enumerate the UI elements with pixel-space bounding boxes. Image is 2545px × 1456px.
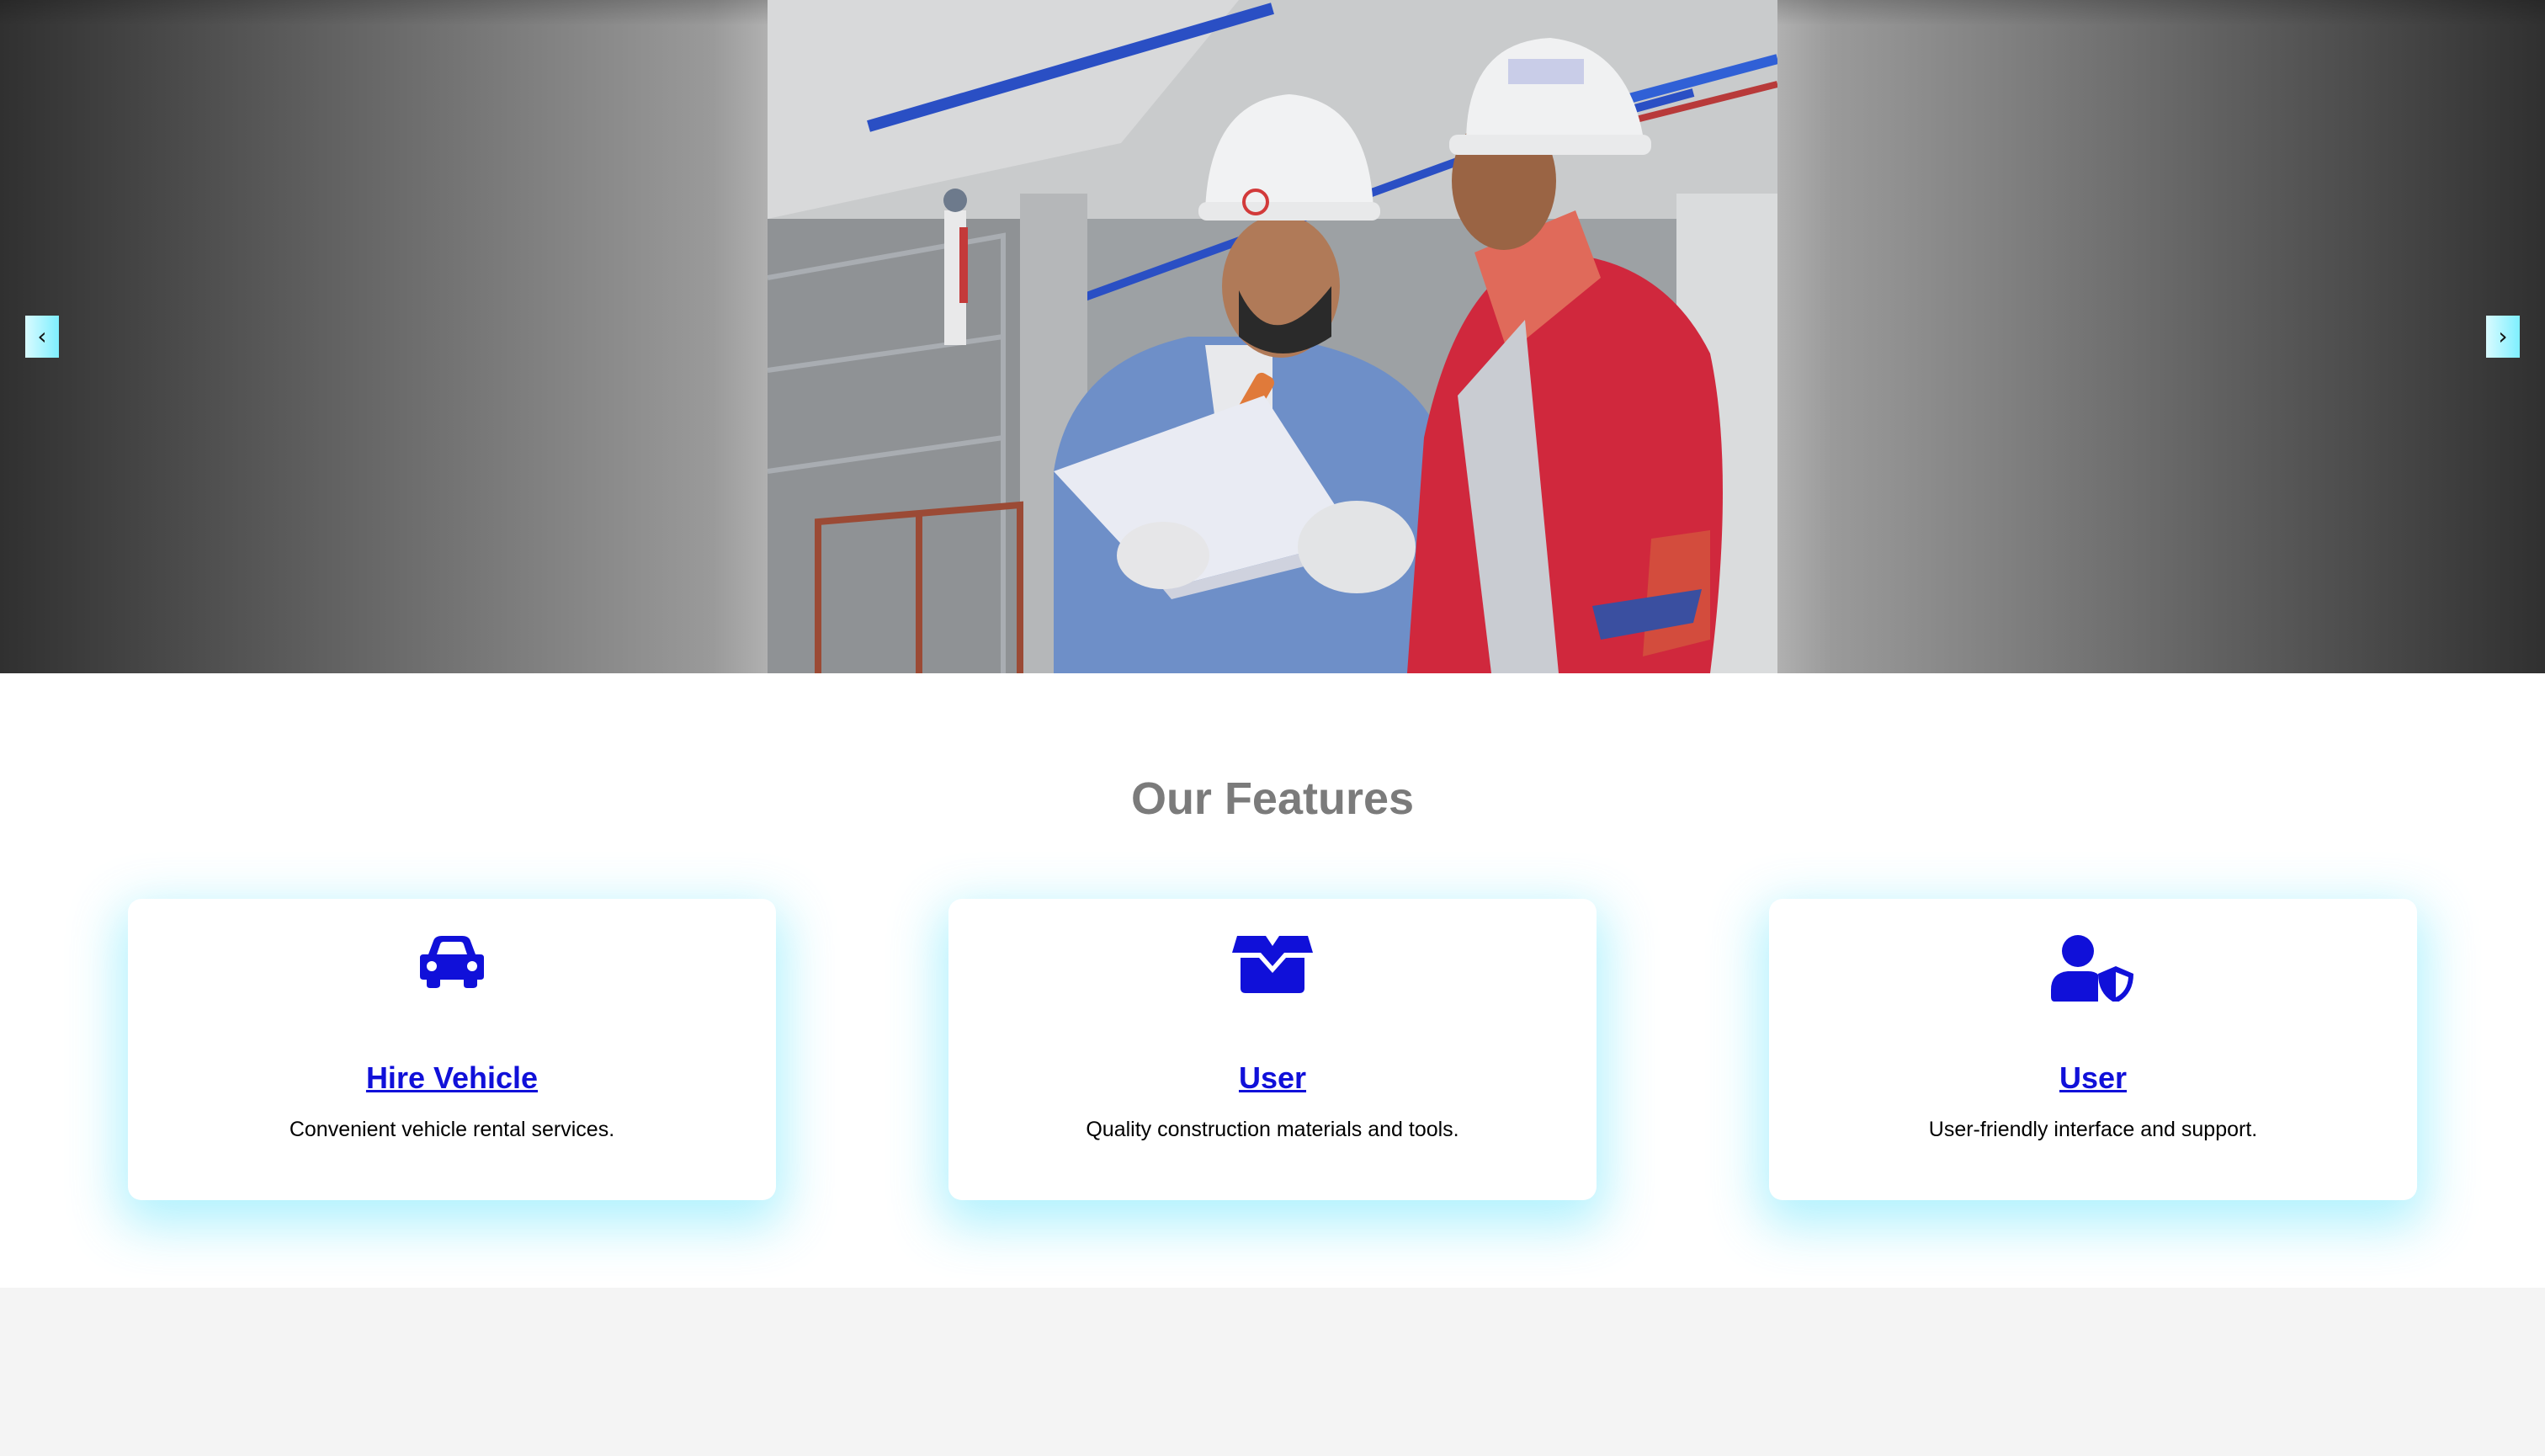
user-shield-icon bbox=[1769, 934, 2417, 1002]
feature-card-materials: User Quality construction materials and … bbox=[948, 899, 1597, 1200]
workers-photo bbox=[768, 0, 1777, 673]
hero-carousel: ‹ › bbox=[0, 0, 2545, 673]
feature-card-description: Quality construction materials and tools… bbox=[1086, 1118, 1459, 1141]
box-icon bbox=[948, 934, 1597, 1002]
features-title: Our Features bbox=[1130, 773, 1415, 824]
carousel-next-button[interactable]: › bbox=[2486, 316, 2520, 358]
car-icon bbox=[128, 934, 776, 1002]
feature-card-support: User User-friendly interface and support… bbox=[1769, 899, 2417, 1200]
feature-card-title[interactable]: Hire Vehicle bbox=[128, 1060, 776, 1096]
feature-card-title[interactable]: User bbox=[1769, 1060, 2417, 1096]
page-bottom-area bbox=[0, 1288, 2545, 1456]
feature-card-description: Convenient vehicle rental services. bbox=[289, 1118, 615, 1141]
carousel-slide-image bbox=[768, 0, 1777, 673]
feature-card-title[interactable]: User bbox=[948, 1060, 1597, 1096]
carousel-prev-button[interactable]: ‹ bbox=[25, 316, 59, 358]
feature-card-hire-vehicle: Hire Vehicle Convenient vehicle rental s… bbox=[128, 899, 776, 1200]
features-section: Our Features Hire Vehicle Convenient veh… bbox=[0, 673, 2545, 1288]
feature-card-description: User-friendly interface and support. bbox=[1928, 1118, 2258, 1141]
